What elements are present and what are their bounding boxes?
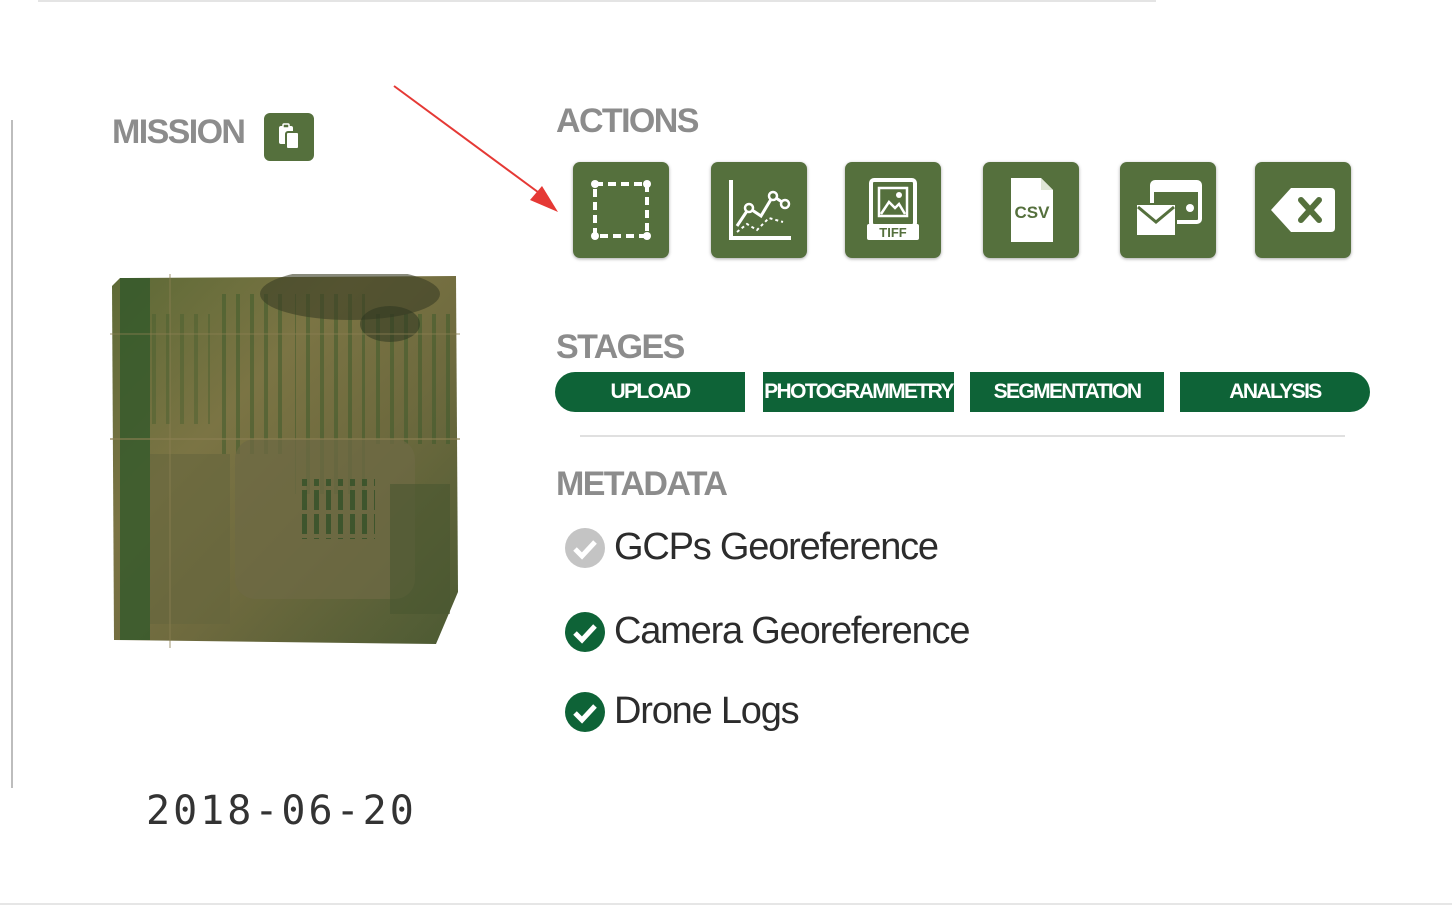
tiff-image-icon: TIFF <box>867 178 919 240</box>
csv-file-icon: CSV <box>1011 178 1053 242</box>
tiff-icon-text: TIFF <box>879 225 906 240</box>
csv-icon-text: CSV <box>1015 203 1051 222</box>
email-share-icon <box>1135 180 1202 237</box>
bottom-divider <box>0 903 1452 905</box>
check-circle-icon <box>565 611 605 652</box>
stages-label: STAGES <box>556 328 685 366</box>
actions-label: ACTIONS <box>556 102 699 140</box>
metadata-item-label: Camera Georeference <box>614 610 970 652</box>
mission-date: 2018-06-20 <box>146 788 417 834</box>
email-share-button[interactable] <box>1120 162 1216 258</box>
analytics-chart-button[interactable] <box>711 162 807 258</box>
stages-divider <box>580 435 1345 437</box>
mission-label: MISSION <box>112 113 246 151</box>
stage-upload-label: UPLOAD <box>610 380 691 403</box>
delete-mission-button[interactable] <box>1255 162 1351 258</box>
copy-mission-button[interactable] <box>264 113 314 161</box>
metadata-item-label: Drone Logs <box>614 690 800 732</box>
metadata-item-gcps: GCPs Georeference <box>564 526 939 569</box>
mission-thumbnail[interactable] <box>110 268 460 648</box>
field-orthomosaic-image <box>110 268 460 648</box>
stage-segmentation-label: SEGMENTATION <box>993 380 1142 403</box>
crop-selection-icon <box>591 180 651 240</box>
metadata-item-label: GCPs Georeference <box>614 526 939 568</box>
clipboard-copy-icon <box>279 123 300 150</box>
top-divider <box>38 0 1156 2</box>
stage-segmentation: SEGMENTATION <box>970 372 1164 412</box>
stage-analysis: ANALYSIS <box>1180 372 1370 412</box>
csv-export-button[interactable]: CSV <box>983 162 1079 258</box>
line-chart-icon <box>729 180 791 240</box>
metadata-item-camera: Camera Georeference <box>564 610 970 653</box>
delete-backspace-icon <box>1271 188 1335 232</box>
stage-photogrammetry-label: PHOTOGRAMMETRY <box>764 380 954 403</box>
stage-analysis-label: ANALYSIS <box>1229 380 1322 403</box>
metadata-label: METADATA <box>556 465 728 503</box>
left-border <box>11 120 13 788</box>
stage-upload: UPLOAD <box>555 372 745 412</box>
metadata-item-drone-logs: Drone Logs <box>564 690 800 733</box>
tiff-export-button[interactable]: TIFF <box>845 162 941 258</box>
check-circle-inactive-icon <box>565 527 605 568</box>
check-circle-icon <box>565 691 605 732</box>
annotation-arrow <box>393 85 558 212</box>
crop-selection-button[interactable] <box>573 162 669 258</box>
stage-photogrammetry: PHOTOGRAMMETRY <box>763 372 954 412</box>
